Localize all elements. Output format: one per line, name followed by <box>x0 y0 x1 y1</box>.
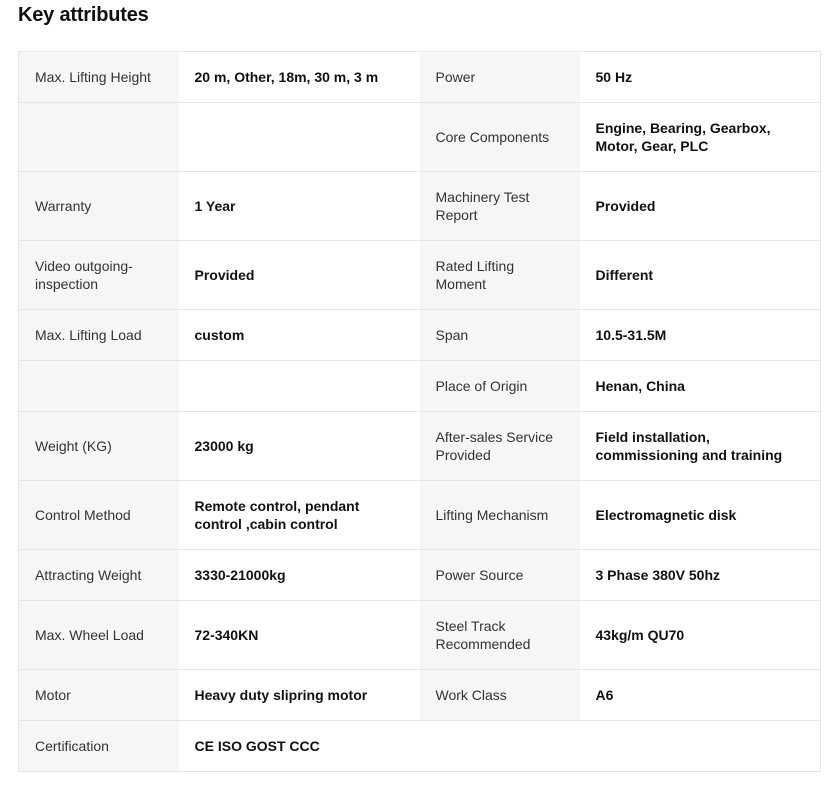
attribute-value: 3330-21000kg <box>178 549 420 601</box>
attribute-label: Attracting Weight <box>18 549 179 601</box>
attribute-label: Core Components <box>419 102 580 172</box>
attribute-label: Weight (KG) <box>18 411 179 481</box>
attribute-value: Henan, China <box>579 360 821 412</box>
attribute-value: 10.5-31.5M <box>579 309 821 361</box>
section-title: Key attributes <box>18 4 149 26</box>
attribute-value: 23000 kg <box>178 411 420 481</box>
attribute-value: 1 Year <box>178 171 420 241</box>
attribute-label: Lifting Mechanism <box>419 480 580 550</box>
table-row: Attracting Weight 3330-21000kg Power Sou… <box>18 549 821 601</box>
attribute-value: Engine, Bearing, Gearbox, Motor, Gear, P… <box>579 102 821 172</box>
attribute-empty-cell <box>579 720 821 772</box>
attribute-label <box>18 360 179 412</box>
attribute-value: custom <box>178 309 420 361</box>
attribute-label: Power <box>419 51 580 103</box>
attribute-value: 3 Phase 380V 50hz <box>579 549 821 601</box>
attribute-value: Heavy duty slipring motor <box>178 669 420 721</box>
attribute-label: Machinery Test Report <box>419 171 580 241</box>
table-row: Warranty 1 Year Machinery Test Report Pr… <box>18 171 821 241</box>
attribute-label: Place of Origin <box>419 360 580 412</box>
attribute-label: Steel Track Recommended <box>419 600 580 670</box>
attribute-label: Span <box>419 309 580 361</box>
table-row: Core Components Engine, Bearing, Gearbox… <box>18 102 821 172</box>
attribute-label: Power Source <box>419 549 580 601</box>
attribute-label: Work Class <box>419 669 580 721</box>
attribute-value: CE ISO GOST CCC <box>178 720 420 772</box>
attribute-label: Max. Wheel Load <box>18 600 179 670</box>
attribute-value: Remote control, pendant control ,cabin c… <box>178 480 420 550</box>
attribute-label: Certification <box>18 720 179 772</box>
attributes-table: Max. Lifting Height 20 m, Other, 18m, 30… <box>18 51 821 772</box>
table-row: Certification CE ISO GOST CCC <box>18 720 821 772</box>
attribute-value: Different <box>579 240 821 310</box>
attribute-value <box>178 102 420 172</box>
attribute-value: 72-340KN <box>178 600 420 670</box>
attribute-label: Rated Lifting Moment <box>419 240 580 310</box>
attribute-value: Field installation, commissioning and tr… <box>579 411 821 481</box>
attribute-label: Motor <box>18 669 179 721</box>
attribute-label: Video outgoing-inspection <box>18 240 179 310</box>
attribute-label: Max. Lifting Load <box>18 309 179 361</box>
attribute-label: Control Method <box>18 480 179 550</box>
attribute-value: Provided <box>579 171 821 241</box>
attribute-label: Warranty <box>18 171 179 241</box>
attribute-empty-cell <box>419 720 580 772</box>
table-row: Motor Heavy duty slipring motor Work Cla… <box>18 669 821 721</box>
table-row: Max. Lifting Height 20 m, Other, 18m, 30… <box>18 51 821 103</box>
attributes-table-body: Max. Lifting Height 20 m, Other, 18m, 30… <box>18 51 821 772</box>
attribute-value: 43kg/m QU70 <box>579 600 821 670</box>
attribute-value: A6 <box>579 669 821 721</box>
key-attributes-section: Key attributes Max. Lifting Height 20 m,… <box>0 0 840 787</box>
attribute-label: Max. Lifting Height <box>18 51 179 103</box>
attribute-value: 50 Hz <box>579 51 821 103</box>
attribute-value: Provided <box>178 240 420 310</box>
table-row: Control Method Remote control, pendant c… <box>18 480 821 550</box>
attribute-label <box>18 102 179 172</box>
attribute-label: After-sales Service Provided <box>419 411 580 481</box>
attribute-value: Electromagnetic disk <box>579 480 821 550</box>
table-row: Video outgoing-inspection Provided Rated… <box>18 240 821 310</box>
table-row: Weight (KG) 23000 kg After-sales Service… <box>18 411 821 481</box>
attribute-value <box>178 360 420 412</box>
table-row: Max. Wheel Load 72-340KN Steel Track Rec… <box>18 600 821 670</box>
attribute-value: 20 m, Other, 18m, 30 m, 3 m <box>178 51 420 103</box>
table-row: Max. Lifting Load custom Span 10.5-31.5M <box>18 309 821 361</box>
table-row: Place of Origin Henan, China <box>18 360 821 412</box>
